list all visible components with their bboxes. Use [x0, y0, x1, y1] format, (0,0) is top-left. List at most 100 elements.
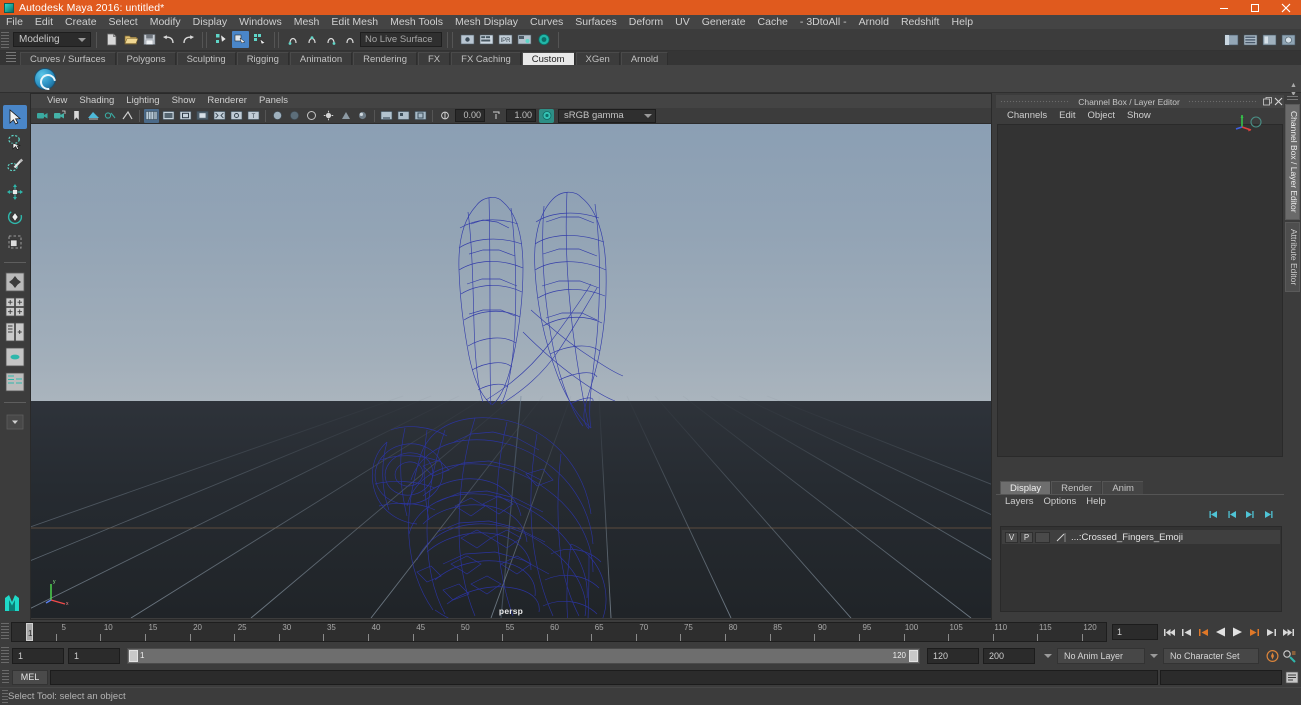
last-tool-used[interactable]	[3, 270, 27, 294]
menu-mesh-display[interactable]: Mesh Display	[449, 15, 524, 29]
range-bar[interactable]: 1 120	[127, 647, 920, 664]
snap-to-point-icon[interactable]	[323, 31, 340, 48]
layer-type-toggle[interactable]	[1035, 531, 1050, 543]
viewport-menu-renderer[interactable]: Renderer	[201, 94, 253, 108]
attribute-editor-icon[interactable]	[1242, 31, 1259, 48]
crossed-fingers-wireframe-model[interactable]	[31, 124, 991, 618]
time-slider-drag-handle[interactable]	[1, 623, 9, 641]
channel-box-menu-channels[interactable]: Channels	[1001, 108, 1053, 123]
menu-curves[interactable]: Curves	[524, 15, 569, 29]
gamma-field[interactable]: 1.00	[506, 109, 536, 122]
saved-layouts-menu[interactable]	[3, 410, 27, 434]
layer-menu-options[interactable]: Options	[1039, 495, 1082, 509]
animation-end-time-field[interactable]: 200	[983, 647, 1035, 664]
menu-surfaces[interactable]: Surfaces	[569, 15, 622, 29]
viewport-menu-show[interactable]: Show	[166, 94, 202, 108]
go-to-end-button[interactable]	[1281, 624, 1296, 640]
layer-playback-toggle[interactable]: P	[1020, 531, 1033, 543]
panel-drag-handle[interactable]	[1000, 99, 1071, 104]
select-by-hierarchy-icon[interactable]	[213, 31, 230, 48]
select-by-component-type-icon[interactable]	[251, 31, 268, 48]
select-camera-icon[interactable]	[35, 109, 50, 123]
menu-select[interactable]: Select	[103, 15, 144, 29]
animation-preferences-icon[interactable]	[1282, 648, 1297, 664]
menu-3dtoall[interactable]: - 3DtoAll -	[794, 15, 853, 29]
range-end-grip[interactable]	[909, 649, 918, 662]
shelf-tab-fx[interactable]: FX	[418, 52, 451, 65]
channel-box-menu-object[interactable]: Object	[1082, 108, 1121, 123]
menu-windows[interactable]: Windows	[233, 15, 288, 29]
layer-list[interactable]: V P ...:Crossed_Fingers_Emoji	[1000, 526, 1282, 612]
four-view-layout[interactable]	[3, 295, 27, 319]
layer-last-icon[interactable]	[1262, 509, 1274, 523]
float-panel-icon[interactable]	[1262, 96, 1273, 107]
save-scene-icon[interactable]	[141, 31, 158, 48]
snap-to-projected-center-icon[interactable]	[342, 31, 359, 48]
maximize-button[interactable]	[1239, 0, 1270, 15]
shelf-drag-handle[interactable]	[6, 52, 16, 64]
animation-start-time-field[interactable]: 1	[12, 647, 64, 664]
shelf-tab-polygons[interactable]: Polygons	[116, 52, 176, 65]
help-line-drag-handle[interactable]	[2, 689, 8, 704]
menu-modify[interactable]: Modify	[144, 15, 187, 29]
single-perspective-layout[interactable]	[3, 345, 27, 369]
render-view-icon[interactable]	[535, 31, 552, 48]
shelf-tab-curves-surfaces[interactable]: Curves / Surfaces	[20, 52, 116, 65]
time-cursor[interactable]: 1	[26, 623, 33, 641]
viewport-3d-view[interactable]: y x persp	[31, 124, 991, 618]
vtab-drag-handle[interactable]	[1287, 96, 1298, 102]
panel-drag-handle-right[interactable]	[1187, 99, 1258, 104]
layer-menu-help[interactable]: Help	[1081, 495, 1111, 509]
scale-tool[interactable]	[3, 230, 27, 254]
xray-joints-icon[interactable]	[229, 109, 244, 123]
tab-anim[interactable]: Anim	[1102, 481, 1143, 494]
snap-to-grid-icon[interactable]	[285, 31, 302, 48]
menu-deform[interactable]: Deform	[623, 15, 669, 29]
menu-uv[interactable]: UV	[669, 15, 696, 29]
menu-edit-mesh[interactable]: Edit Mesh	[325, 15, 384, 29]
toolbar-drag-handle[interactable]	[1, 31, 9, 48]
layer-visibility-toggle[interactable]: V	[1005, 531, 1018, 543]
use-default-lighting-icon[interactable]	[321, 109, 336, 123]
render-current-frame-icon[interactable]	[459, 31, 476, 48]
bookmarks-icon[interactable]	[69, 109, 84, 123]
multisample-icon[interactable]	[396, 109, 411, 123]
sphere-icon[interactable]	[34, 67, 56, 90]
shelf-tab-sculpting[interactable]: Sculpting	[176, 52, 236, 65]
shelf-tab-animation[interactable]: Animation	[289, 52, 353, 65]
wireframe-on-shaded-icon[interactable]: T	[246, 109, 261, 123]
two-sided-lighting-icon[interactable]	[103, 109, 118, 123]
render-settings-icon[interactable]: IPR	[497, 31, 514, 48]
script-editor-icon[interactable]	[1284, 670, 1299, 685]
vtab-channel-box-layer-editor[interactable]: Channel Box / Layer Editor	[1285, 104, 1300, 220]
menu-file[interactable]: File	[0, 15, 29, 29]
command-language-button[interactable]: MEL	[12, 670, 48, 685]
resolution-gate-icon[interactable]	[178, 109, 193, 123]
range-slider-drag-handle[interactable]	[1, 646, 9, 665]
go-to-start-button[interactable]	[1162, 624, 1177, 640]
channel-box-icon[interactable]	[1280, 31, 1297, 48]
ipr-render-icon[interactable]	[478, 31, 495, 48]
shelf-tab-xgen[interactable]: XGen	[575, 52, 620, 65]
shelf-tab-fx-caching[interactable]: FX Caching	[451, 52, 521, 65]
playback-start-time-field[interactable]: 1	[68, 647, 120, 664]
chevron-down-icon[interactable]	[1044, 653, 1052, 658]
menu-arnold[interactable]: Arnold	[853, 15, 895, 29]
shadows-icon[interactable]	[120, 109, 135, 123]
film-gate-icon[interactable]	[161, 109, 176, 123]
new-scene-icon[interactable]	[103, 31, 120, 48]
layer-menu-layers[interactable]: Layers	[1000, 495, 1039, 509]
play-backwards-button[interactable]	[1213, 624, 1228, 640]
list-item[interactable]: V P ...:Crossed_Fingers_Emoji	[1002, 530, 1280, 544]
command-line-drag-handle[interactable]	[2, 670, 9, 685]
character-set-field[interactable]: No Character Set	[1163, 647, 1259, 664]
vtab-attribute-editor[interactable]: Attribute Editor	[1285, 221, 1300, 292]
two-pane-side-layout[interactable]	[3, 320, 27, 344]
ambient-occlusion-icon[interactable]	[355, 109, 370, 123]
exposure-field[interactable]: 0.00	[455, 109, 485, 122]
shadows-toggle-icon[interactable]	[338, 109, 353, 123]
rotate-tool[interactable]	[3, 205, 27, 229]
range-start-grip[interactable]	[129, 649, 138, 662]
menu-redshift[interactable]: Redshift	[895, 15, 946, 29]
grid-toggle-icon[interactable]	[144, 108, 159, 123]
